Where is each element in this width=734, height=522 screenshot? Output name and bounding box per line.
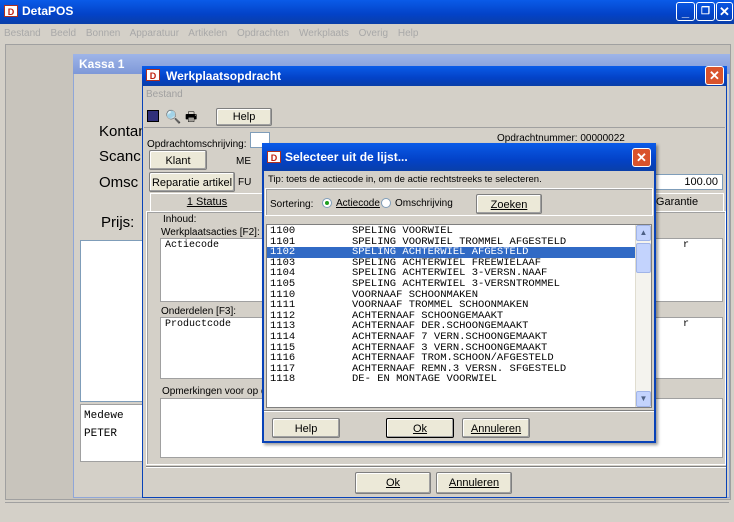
selection-list[interactable]: 1100 SPELING VOORWIEL 1101 SPELING VOORWIEL… (266, 224, 652, 408)
zoeken-button[interactable]: Zoeken (476, 194, 542, 214)
scroll-up-button[interactable]: ▲ (636, 225, 651, 241)
kassa-title: Kassa 1 (79, 57, 125, 71)
list-item-desc: DE- EN MONTAGE VOORWIEL (352, 373, 497, 386)
app-logo-icon: D (4, 5, 18, 17)
close-button[interactable]: ✕ (716, 2, 733, 21)
app-titlebar: D DetaPOS _ ❐ ✕ (0, 0, 734, 24)
list-item-code: 1114 (270, 330, 296, 343)
me-label: ME (236, 156, 251, 167)
menu-apparatuur[interactable]: Apparatuur (130, 28, 179, 39)
kassa-label-prijs: Prijs: (101, 214, 135, 231)
werkplaats-annuleren-button[interactable]: Annuleren (436, 472, 512, 494)
menu-werkplaats[interactable]: Werkplaats (299, 28, 349, 39)
menu-opdrachten[interactable]: Opdrachten (237, 28, 289, 39)
fu-label: FU (238, 177, 252, 188)
werkplaats-title: Werkplaatsopdracht (166, 69, 282, 83)
select-dialog-help-button[interactable]: Help (272, 418, 340, 438)
klant-button[interactable]: Klant (149, 150, 207, 170)
werkplaats-ok-button[interactable]: Ok (355, 472, 431, 494)
menu-artikelen[interactable]: Artikelen (188, 28, 227, 39)
actiecode-header: Actiecode (165, 240, 220, 251)
kassa-label-scan: Scanc (99, 148, 141, 165)
opmerkingen-label: Opmerkingen voor op d (162, 386, 267, 397)
werkplaats-annuleren-label: Annuleren (448, 477, 500, 489)
print-icon[interactable]: 🖶 (185, 108, 197, 130)
select-dialog-annuleren-label: Annuleren (470, 423, 522, 435)
kassa-label-omschrijving: Omsc (99, 174, 139, 191)
opdrachtomschrijving-label: Opdrachtomschrijving: (147, 139, 247, 150)
select-dialog-titlebar: D Selecteer uit de lijst... ✕ (262, 143, 656, 171)
list-item-code: 1100 (270, 225, 296, 237)
kassa-list[interactable] (80, 240, 146, 402)
productcode-header: Productcode (165, 319, 232, 330)
app-menubar: Bestand Beeld Bonnen Apparatuur Artikele… (0, 26, 734, 42)
werkplaats-bottom-divider (146, 466, 726, 468)
list-scrollbar[interactable]: ▲ ▼ (635, 225, 651, 407)
select-dialog-logo-icon: D (267, 151, 281, 163)
werkplaats-close-button[interactable]: ✕ (705, 66, 724, 85)
list-item-code: 1105 (270, 277, 296, 290)
scroll-down-button[interactable]: ▼ (636, 391, 651, 407)
selection-list-rows: 1100 SPELING VOORWIEL 1101 SPELING VOORWIEL… (267, 226, 635, 385)
list-item-code: 1118 (270, 373, 296, 386)
kassa-label-kontant: Kontan (99, 123, 147, 140)
menu-bonnen[interactable]: Bonnen (86, 28, 120, 39)
menu-overig[interactable]: Overig (359, 28, 388, 39)
select-dialog-ok-button[interactable]: Ok (386, 418, 454, 438)
radio-actiecode[interactable] (322, 198, 332, 208)
list-item[interactable]: 1118 DE- EN MONTAGE VOORWIEL (267, 374, 635, 385)
werkplaats-ok-label: Ok (385, 477, 401, 489)
reparatie-artikel-button[interactable]: Reparatie artikel (149, 172, 235, 192)
find-icon[interactable]: 🔍 (165, 109, 181, 125)
menu-bestand[interactable]: Bestand (4, 28, 41, 39)
select-dialog-title: Selecteer uit de lijst... (285, 150, 408, 164)
amount-value: 100.00 (684, 176, 718, 188)
werkplaatsacties-header-r: r (683, 240, 690, 251)
select-dialog-tip: Tip: toets de actiecode in, om de actie … (268, 174, 542, 185)
tab-garantie-label: Garantie (655, 196, 699, 208)
werkplaats-menu-bestand[interactable]: Bestand (146, 89, 183, 100)
select-dialog-close-button[interactable]: ✕ (632, 148, 651, 167)
tab-status-label: 1 Status (186, 196, 228, 208)
radio-omschrijving-label[interactable]: Omschrijving (395, 198, 453, 209)
tab-status[interactable]: 1 Status (150, 193, 264, 211)
werkplaatsacties-label: Werkplaatsacties [F2]: (161, 227, 260, 238)
radio-actiecode-label[interactable]: Actiecode (336, 198, 380, 209)
scroll-thumb[interactable] (636, 243, 651, 273)
kassa-medewerker-label: Medewe (84, 410, 124, 422)
zoeken-label: Zoeken (490, 199, 528, 211)
minimize-button[interactable]: _ (676, 2, 695, 21)
sortering-label: Sortering: (270, 199, 314, 210)
radio-actiecode-dot (325, 201, 329, 205)
onderdelen-label: Onderdelen [F3]: (161, 306, 237, 317)
save-icon[interactable] (147, 110, 159, 122)
werkplaats-logo-icon: D (146, 69, 160, 81)
onderdelen-header-r: r (683, 319, 690, 330)
radio-omschrijving[interactable] (381, 198, 391, 208)
menu-beeld[interactable]: Beeld (50, 28, 76, 39)
werkplaats-titlebar: D Werkplaatsopdracht ✕ (142, 66, 727, 86)
menu-help[interactable]: Help (398, 28, 419, 39)
select-dialog-ok-label: Ok (412, 423, 428, 435)
restore-button[interactable]: ❐ (696, 2, 715, 21)
select-dialog-annuleren-button[interactable]: Annuleren (462, 418, 530, 438)
inhoud-label: Inhoud: (161, 214, 199, 225)
select-dialog-bottom-divider (264, 410, 654, 412)
werkplaats-help-button[interactable]: Help (216, 108, 272, 126)
app-statusbar (5, 502, 729, 520)
app-title: DetaPOS (22, 4, 74, 18)
kassa-medewerker-value: PETER (84, 428, 118, 440)
